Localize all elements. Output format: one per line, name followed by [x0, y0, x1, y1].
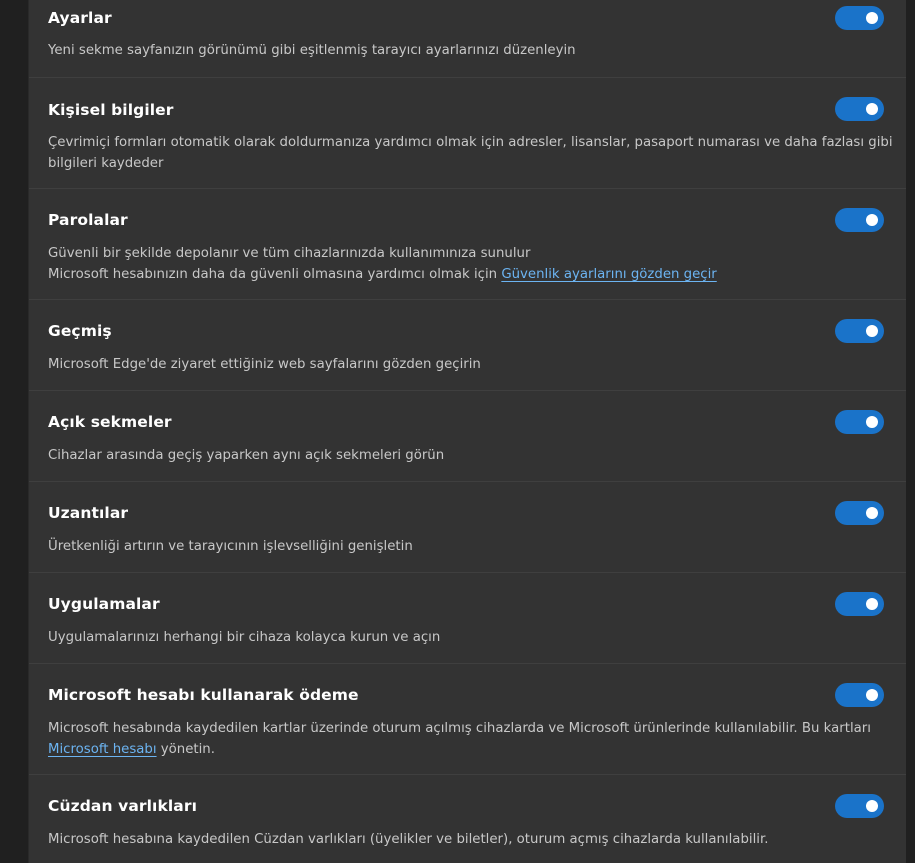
setting-description: Yeni sekme sayfanızın görünümü gibi eşit… [48, 43, 576, 58]
setting-title: Microsoft hesabı kullanarak ödeme [48, 686, 359, 704]
toggle-knob [866, 507, 878, 519]
setting-title: Parolalar [48, 211, 128, 229]
setting-toggle[interactable] [835, 319, 884, 343]
setting-description: Uygulamalarınızı herhangi bir cihaza kol… [48, 630, 441, 645]
toggle-knob [866, 800, 878, 812]
setting-toggle[interactable] [835, 97, 884, 121]
setting-row-open-tabs: Açık sekmeler Cihazlar arasında geçiş ya… [29, 391, 906, 482]
sync-settings-panel: Ayarlar Yeni sekme sayfanızın görünümü g… [28, 0, 906, 863]
setting-toggle[interactable] [835, 592, 884, 616]
toggle-knob [866, 689, 878, 701]
setting-toggle[interactable] [835, 208, 884, 232]
toggle-knob [866, 103, 878, 115]
setting-toggle[interactable] [835, 683, 884, 707]
setting-row-personal-info: Kişisel bilgiler Çevrimiçi formları otom… [29, 78, 906, 189]
setting-toggle[interactable] [835, 6, 884, 30]
setting-row-wallet-assets: Cüzdan varlıkları Microsoft hesabına kay… [29, 775, 906, 863]
setting-title: Açık sekmeler [48, 413, 172, 431]
setting-title: Cüzdan varlıkları [48, 797, 197, 815]
microsoft-account-link[interactable]: Microsoft hesabı [48, 742, 157, 757]
toggle-knob [866, 214, 878, 226]
settings-page: Ayarlar Yeni sekme sayfanızın görünümü g… [0, 0, 915, 863]
setting-row-apps: Uygulamalar Uygulamalarınızı herhangi bi… [29, 573, 906, 664]
setting-toggle[interactable] [835, 410, 884, 434]
setting-row-microsoft-payment: Microsoft hesabı kullanarak ödeme Micros… [29, 664, 906, 775]
setting-row-extensions: Uzantılar Üretkenliği artırın ve tarayıc… [29, 482, 906, 573]
setting-description: Çevrimiçi formları otomatik olarak doldu… [48, 135, 893, 171]
setting-title: Uygulamalar [48, 595, 160, 613]
setting-description: Üretkenliği artırın ve tarayıcının işlev… [48, 539, 413, 554]
setting-row-passwords: Parolalar Güvenli bir şekilde depolanır … [29, 189, 906, 300]
toggle-knob [866, 416, 878, 428]
toggle-knob [866, 325, 878, 337]
setting-description: Microsoft Edge'de ziyaret ettiğiniz web … [48, 357, 481, 372]
setting-title: Kişisel bilgiler [48, 101, 174, 119]
setting-description: Güvenli bir şekilde depolanır ve tüm cih… [48, 246, 717, 282]
security-settings-link[interactable]: Güvenlik ayarlarını gözden geçir [501, 267, 716, 282]
setting-description: Microsoft hesabında kaydedilen kartlar ü… [48, 721, 871, 757]
toggle-knob [866, 598, 878, 610]
setting-description: Microsoft hesabına kaydedilen Cüzdan var… [48, 832, 769, 847]
setting-toggle[interactable] [835, 501, 884, 525]
setting-title: Uzantılar [48, 504, 129, 522]
setting-title: Ayarlar [48, 9, 112, 27]
setting-toggle[interactable] [835, 794, 884, 818]
setting-row-settings: Ayarlar Yeni sekme sayfanızın görünümü g… [29, 0, 906, 78]
setting-row-history: Geçmiş Microsoft Edge'de ziyaret ettiğin… [29, 300, 906, 391]
toggle-knob [866, 12, 878, 24]
setting-title: Geçmiş [48, 322, 112, 340]
setting-description: Cihazlar arasında geçiş yaparken aynı aç… [48, 448, 445, 463]
